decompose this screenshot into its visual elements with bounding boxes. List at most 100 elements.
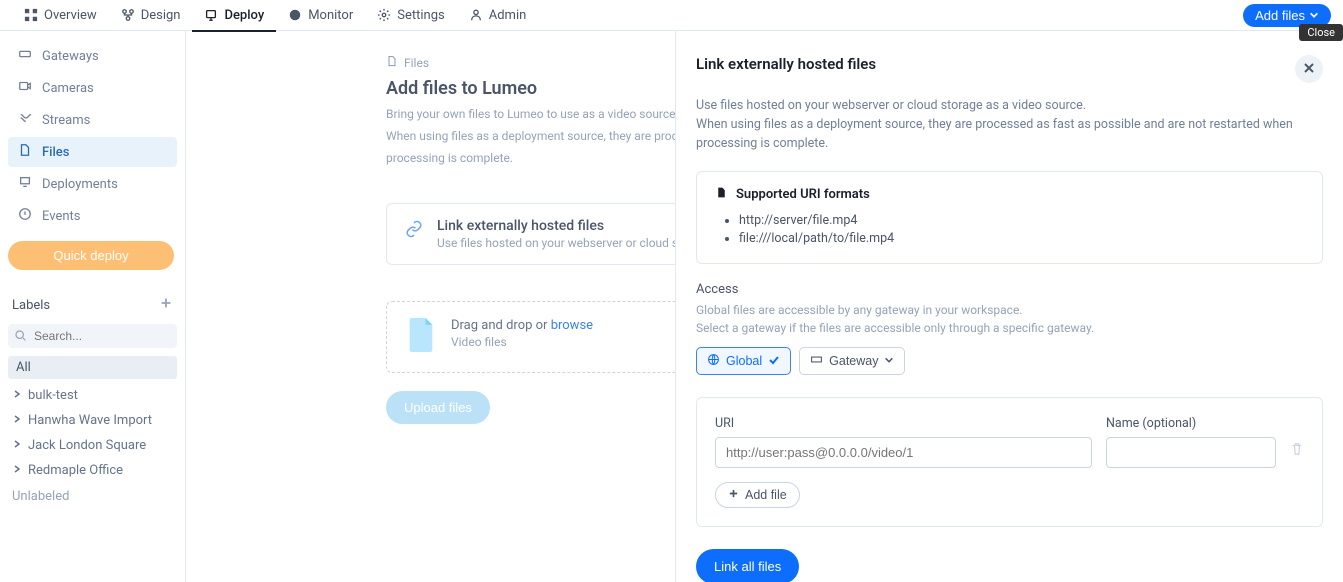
sidebar-label: Gateways (42, 49, 99, 64)
chevron-right-icon (12, 438, 22, 453)
sidebar: Gateways Cameras Streams Files Deploymen… (0, 31, 186, 582)
sidebar-events[interactable]: Events (8, 201, 177, 231)
file-upload-icon (407, 318, 435, 356)
breadcrumb-text: Files (404, 56, 429, 70)
deployments-icon (18, 175, 32, 193)
access-global-pill[interactable]: Global (696, 347, 791, 375)
access-gateway-pill[interactable]: Gateway (799, 347, 905, 375)
uri-input[interactable] (715, 437, 1092, 468)
sidebar-label: Files (42, 145, 69, 160)
format-item: file:///local/path/to/file.mp4 (739, 231, 1304, 246)
drawer-description: Use files hosted on your webserver or cl… (696, 97, 1323, 153)
nav-label: Settings (397, 8, 444, 23)
nav-design[interactable]: Design (109, 0, 193, 31)
chevron-right-icon (12, 463, 22, 478)
sidebar-deployments[interactable]: Deployments (8, 169, 177, 199)
plus-icon (728, 488, 739, 502)
drawer-close-button[interactable] (1295, 55, 1323, 83)
label-item[interactable]: Jack London Square (8, 433, 177, 458)
browse-link[interactable]: browse (551, 318, 593, 333)
name-label: Name (optional) (1106, 416, 1276, 431)
label-all[interactable]: All (8, 356, 177, 379)
button-label: Add files (1255, 8, 1305, 23)
check-icon (768, 354, 780, 369)
quick-deploy-button[interactable]: Quick deploy (8, 241, 174, 270)
top-nav: Overview Design Deploy Monitor Settings … (0, 0, 1343, 31)
nav-settings[interactable]: Settings (365, 0, 456, 31)
card-title: Link externally hosted files (437, 218, 706, 234)
add-file-button[interactable]: Add file (715, 482, 800, 508)
nav-label: Design (141, 8, 181, 23)
file-icon (715, 186, 728, 203)
deploy-icon (204, 8, 218, 22)
file-icon (18, 143, 32, 161)
button-label: Add file (745, 488, 787, 502)
label-item[interactable]: Hanwha Wave Import (8, 408, 177, 433)
grid-icon (24, 8, 38, 22)
label-text: Redmaple Office (28, 463, 123, 478)
globe-icon (707, 353, 720, 369)
delete-row-button[interactable] (1290, 442, 1304, 460)
nav-admin[interactable]: Admin (457, 0, 539, 31)
chevron-right-icon (12, 413, 22, 428)
access-title: Access (696, 282, 1323, 297)
chevron-down-icon (884, 354, 894, 368)
label-text: Jack London Square (28, 438, 146, 453)
drawer-title: Link externally hosted files (696, 55, 876, 73)
nav-label: Admin (489, 8, 527, 23)
labels-search-input[interactable] (8, 324, 177, 348)
nav-label: Monitor (308, 8, 353, 23)
gateway-icon (18, 47, 32, 65)
formats-card: Supported URI formats http://server/file… (696, 171, 1323, 264)
chevron-right-icon (12, 388, 22, 403)
label-text: bulk-test (28, 388, 78, 403)
label-item[interactable]: bulk-test (8, 383, 177, 408)
sidebar-label: Deployments (42, 177, 118, 192)
design-icon (121, 8, 135, 22)
pill-label: Global (726, 354, 762, 368)
search-icon (14, 329, 27, 346)
nav-label: Deploy (224, 8, 264, 23)
sidebar-label: Events (42, 209, 80, 224)
sidebar-label: Streams (42, 113, 90, 128)
uri-label: URI (715, 416, 1092, 431)
sidebar-cameras[interactable]: Cameras (8, 73, 177, 103)
close-icon (1303, 62, 1315, 77)
drop-title: Drag and drop or browse (451, 318, 593, 333)
pill-label: Gateway (829, 354, 878, 368)
drop-subtitle: Video files (451, 335, 593, 349)
sidebar-streams[interactable]: Streams (8, 105, 177, 135)
close-tooltip: Close (1299, 24, 1343, 41)
label-text: Hanwha Wave Import (28, 413, 152, 428)
stream-icon (18, 111, 32, 129)
sidebar-gateways[interactable]: Gateways (8, 41, 177, 71)
gear-icon (377, 8, 391, 22)
link-all-button[interactable]: Link all files (696, 549, 799, 582)
chevron-down-icon (1309, 8, 1319, 23)
label-item[interactable]: Redmaple Office (8, 458, 177, 483)
link-files-drawer: Link externally hosted files Use files h… (675, 31, 1343, 582)
gateway-icon (810, 353, 823, 369)
plus-icon[interactable] (159, 296, 173, 314)
uri-card: URI Name (optional) Add file (696, 397, 1323, 527)
camera-icon (18, 79, 32, 97)
format-item: http://server/file.mp4 (739, 213, 1304, 228)
formats-title: Supported URI formats (736, 187, 870, 202)
sidebar-label: Cameras (42, 81, 94, 96)
access-description: Global files are accessible by any gatew… (696, 301, 1323, 337)
nav-label: Overview (44, 8, 97, 23)
sidebar-files[interactable]: Files (8, 137, 177, 167)
card-subtitle: Use files hosted on your webserver or cl… (437, 236, 706, 250)
nav-monitor[interactable]: Monitor (276, 0, 365, 31)
upload-button[interactable]: Upload files (386, 391, 490, 424)
labels-title: Labels (12, 298, 50, 313)
monitor-icon (288, 8, 302, 22)
nav-overview[interactable]: Overview (12, 0, 109, 31)
label-unlabeled[interactable]: Unlabeled (8, 483, 177, 510)
admin-icon (469, 8, 483, 22)
info-icon (18, 207, 32, 225)
nav-deploy[interactable]: Deploy (192, 0, 276, 31)
file-icon (386, 55, 398, 70)
name-input[interactable] (1106, 437, 1276, 468)
link-icon (405, 220, 423, 242)
